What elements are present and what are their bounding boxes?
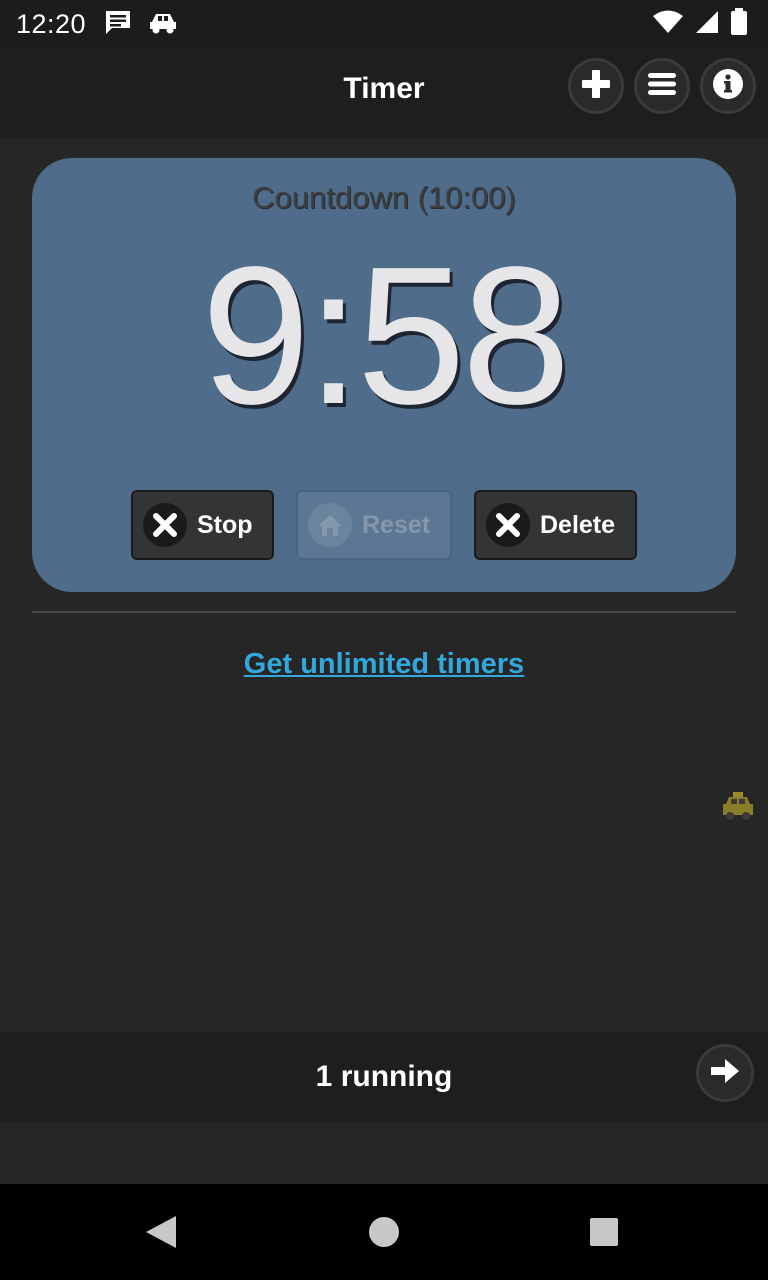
running-bar: 1 running [0, 1032, 768, 1122]
home-icon[interactable] [368, 1214, 400, 1255]
recents-icon[interactable] [589, 1214, 619, 1255]
app-bar: Timer [0, 48, 768, 138]
system-nav-bar [0, 1184, 768, 1280]
reset-button[interactable]: Reset [296, 490, 452, 560]
car-notification-icon [148, 10, 178, 39]
timer-countdown-value: 9:58 [201, 226, 570, 445]
close-icon [143, 503, 187, 547]
taxi-icon [720, 790, 756, 827]
menu-button[interactable] [634, 58, 690, 114]
home-icon [308, 503, 352, 547]
status-time: 12:20 [16, 8, 87, 39]
running-count: 1 running [315, 1060, 453, 1093]
battery-icon [730, 7, 748, 41]
wifi-icon [652, 10, 684, 39]
delete-button-label: Delete [540, 510, 616, 539]
delete-button[interactable]: Delete [474, 490, 637, 560]
timer-label: Countdown (10:00) [252, 180, 516, 215]
status-bar: 12:20 [0, 0, 768, 48]
add-timer-button[interactable] [568, 58, 624, 114]
stop-button[interactable]: Stop [131, 490, 274, 560]
timer-card[interactable]: Countdown (10:00) 9:58 Stop Reset Delete [32, 158, 736, 592]
close-icon [486, 503, 530, 547]
arrow-right-icon [709, 1057, 741, 1090]
add-icon [580, 68, 612, 105]
message-icon [104, 9, 132, 40]
divider [32, 611, 736, 613]
signal-icon [694, 10, 720, 39]
get-unlimited-timers-link[interactable]: Get unlimited timers [0, 648, 768, 681]
back-icon[interactable] [144, 1214, 178, 1255]
info-icon [712, 68, 744, 105]
go-to-running-button[interactable] [696, 1044, 754, 1102]
info-button[interactable] [700, 58, 756, 114]
stop-button-label: Stop [197, 510, 253, 539]
reset-button-label: Reset [362, 510, 431, 539]
menu-icon [646, 71, 678, 102]
